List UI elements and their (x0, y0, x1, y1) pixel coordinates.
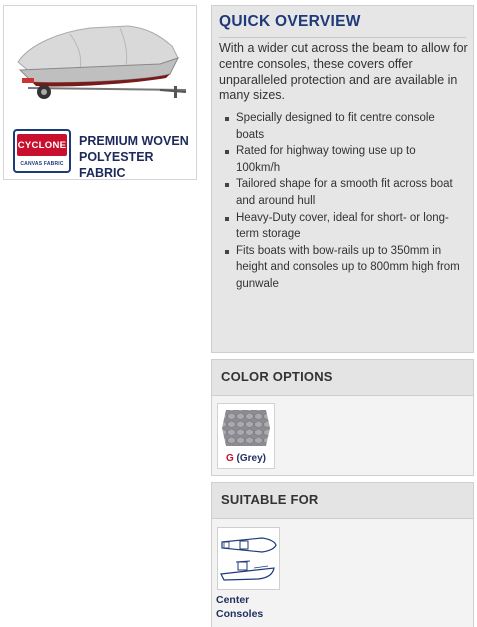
feature-item: Specially designed to fit centre console… (222, 110, 462, 143)
feature-item: Fits boats with bow-rails up to 350mm in… (222, 243, 462, 293)
swatch-name: (Grey) (236, 453, 266, 464)
feature-item: Rated for highway towing use up to 100km… (222, 143, 462, 176)
product-image-card[interactable]: CYCLONE CANVAS FABRIC PREMIUM WOVEN POLY… (3, 5, 197, 180)
covered-boat-on-trailer-image (17, 25, 187, 99)
fabric-line-1: PREMIUM WOVEN (79, 134, 189, 148)
label-line-2: Consoles (216, 608, 264, 620)
fabric-description: PREMIUM WOVEN POLYESTER FABRIC (79, 133, 195, 181)
color-options-panel: COLOR OPTIONS G (Grey) (211, 359, 474, 476)
center-consoles-label[interactable]: Center Consoles (216, 593, 286, 621)
swatch-label: G (Grey) (218, 453, 274, 464)
fabric-swatch-image (222, 410, 270, 446)
center-console-boat-thumbnail[interactable] (217, 527, 280, 590)
fabric-line-2: POLYESTER FABRIC (79, 150, 154, 180)
color-swatch-grey[interactable]: G (Grey) (217, 403, 275, 469)
divider (219, 37, 466, 38)
cyclone-logo: CYCLONE CANVAS FABRIC (13, 129, 71, 173)
quick-overview-panel: QUICK OVERVIEW With a wider cut across t… (211, 5, 474, 353)
feature-list: Specially designed to fit centre console… (222, 110, 462, 293)
overview-intro: With a wider cut across the beam to allo… (219, 41, 468, 103)
feature-item: Heavy-Duty cover, ideal for short- or lo… (222, 210, 462, 243)
suitable-for-title: SUITABLE FOR (212, 483, 473, 519)
center-console-boat-icon (220, 537, 277, 581)
swatch-code: G (225, 453, 234, 464)
feature-item: Tailored shape for a smooth fit across b… (222, 176, 462, 209)
color-options-title: COLOR OPTIONS (212, 360, 473, 396)
quick-overview-title: QUICK OVERVIEW (219, 13, 361, 30)
logo-subtext: CANVAS FABRIC (20, 161, 64, 167)
logo-brand-text: CYCLONE (17, 134, 67, 156)
label-line-1: Center (216, 594, 250, 606)
suitable-for-panel: SUITABLE FOR Center Consoles (211, 482, 474, 627)
